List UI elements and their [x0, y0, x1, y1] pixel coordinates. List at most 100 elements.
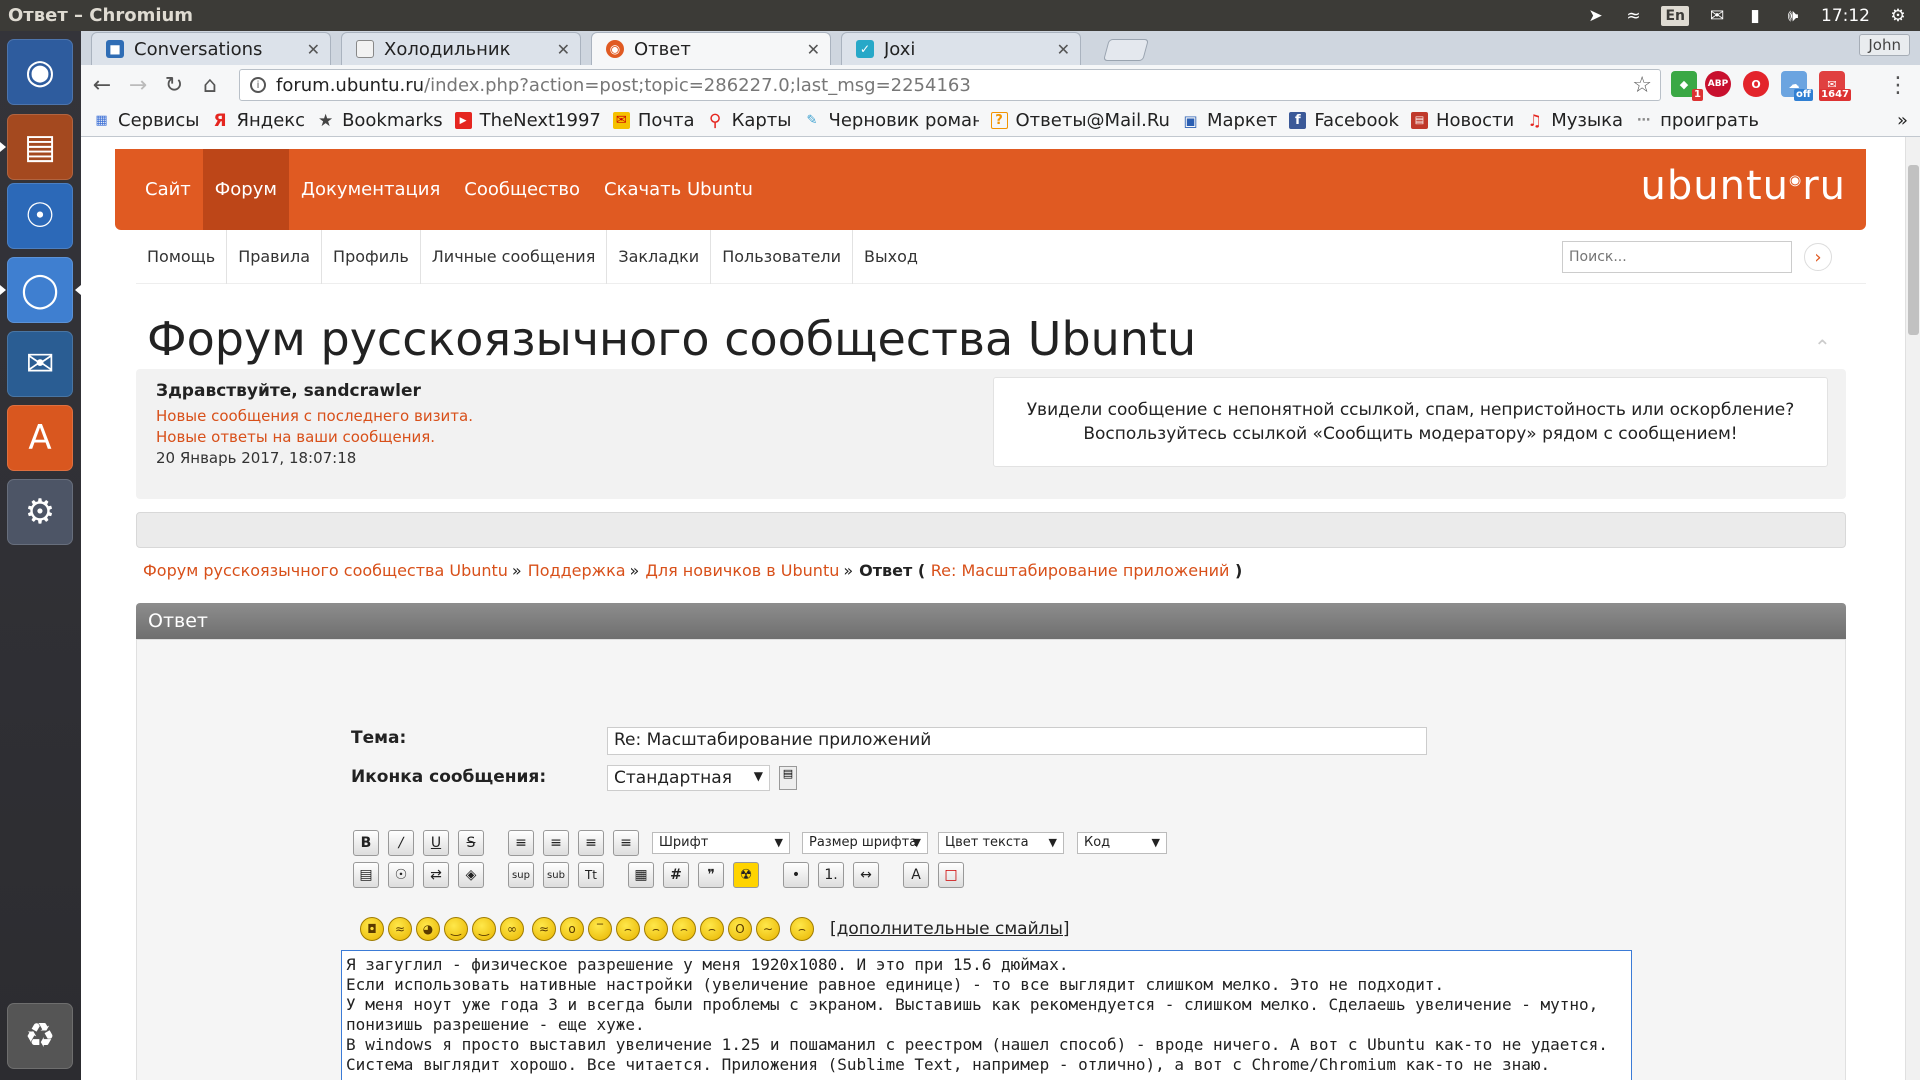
chromium-icon[interactable]: ◯	[7, 257, 73, 323]
message-icon-select[interactable]: Стандартная ▼	[607, 765, 770, 791]
smiley-icon[interactable]: ≈	[388, 917, 412, 941]
subnav-users[interactable]: Пользователи	[711, 229, 853, 284]
ubuntu-dash-icon[interactable]: ◉	[7, 39, 73, 105]
breadcrumb-topic[interactable]: Re: Масштабирование приложений	[931, 561, 1230, 580]
more-smileys-link[interactable]: [дополнительные смайлы]	[830, 919, 1070, 939]
files-icon[interactable]: ▤	[7, 114, 73, 180]
trash-icon[interactable]: ♻	[7, 1003, 73, 1069]
bookmarks-overflow[interactable]: »	[1897, 110, 1908, 131]
horizontal-rule-icon[interactable]: ↔	[853, 862, 879, 888]
subnav-pm[interactable]: Личные сообщения	[421, 229, 608, 284]
smiley-icon[interactable]: ⌢	[616, 917, 640, 941]
bookmark-bookmarks[interactable]: ★ Bookmarks	[317, 110, 443, 131]
bookmark-music[interactable]: ♫ Музыка	[1526, 110, 1624, 131]
bookmark-star-icon[interactable]: ☆	[1632, 73, 1652, 98]
breadcrumb-newbies[interactable]: Для новичков в Ubuntu	[645, 561, 839, 580]
new-tab-button[interactable]	[1103, 39, 1149, 61]
smiley-icon[interactable]: ◘	[360, 917, 384, 941]
smiley-icon[interactable]: ∼	[756, 917, 780, 941]
subnav-profile[interactable]: Профиль	[322, 229, 421, 284]
back-button[interactable]: ←	[87, 70, 117, 100]
close-icon[interactable]: ✕	[307, 40, 320, 59]
bookmark-news[interactable]: ▤ Новости	[1410, 110, 1514, 131]
collapse-chevron-icon[interactable]: ⌃	[1814, 335, 1831, 359]
nav-community[interactable]: Сообщество	[452, 149, 592, 230]
smiley-icon[interactable]: ⌢	[672, 917, 696, 941]
font-select[interactable]: Шрифт ▼	[652, 832, 790, 854]
teletype-button[interactable]: Tt	[578, 862, 604, 888]
insert-table-icon[interactable]: ▦	[628, 862, 654, 888]
settings-icon[interactable]: ⚙	[7, 479, 73, 545]
tab-joxi[interactable]: ✓ Joxi ✕	[841, 32, 1081, 65]
bookmark-thenext[interactable]: ▶ TheNext1997	[454, 110, 601, 131]
align-right-button[interactable]: ≡	[613, 830, 639, 856]
bookmark-mail[interactable]: ✉ Почта	[612, 110, 695, 131]
forward-button[interactable]: →	[123, 70, 153, 100]
nav-forum[interactable]: Форум	[202, 149, 289, 230]
clock[interactable]: 17:12	[1821, 6, 1870, 26]
page-scrollbar[interactable]	[1905, 137, 1920, 1080]
reload-button[interactable]: ↻	[159, 70, 189, 100]
bookmark-facebook[interactable]: f Facebook	[1289, 110, 1399, 131]
smiley-icon[interactable]: ⌢	[700, 917, 724, 941]
tab-otvet[interactable]: ◉ Ответ ✕	[591, 32, 831, 65]
smiley-icon[interactable]: ‿	[472, 917, 496, 941]
insert-image-icon[interactable]: ▤	[353, 862, 379, 888]
info-icon[interactable]: i	[250, 77, 266, 93]
profile-button[interactable]: John	[1859, 34, 1910, 56]
nav-download[interactable]: Скачать Ubuntu	[592, 149, 765, 230]
tab-conversations[interactable]: ■ Conversations ✕	[91, 32, 331, 65]
code-select[interactable]: Код ▼	[1077, 832, 1167, 854]
home-button[interactable]: ⌂	[195, 70, 225, 100]
smiley-icon[interactable]: ∞	[500, 917, 524, 941]
scrollbar-thumb[interactable]	[1908, 165, 1919, 335]
address-bar[interactable]: i forum.ubuntu.ru /index.php?action=post…	[239, 69, 1661, 101]
insert-quote-icon[interactable]: ❞	[698, 862, 724, 888]
bookmark-services[interactable]: ▦ Сервисы	[93, 110, 199, 131]
bold-button[interactable]: B	[353, 830, 379, 856]
spellcheck-icon[interactable]: A	[903, 862, 929, 888]
subnav-rules[interactable]: Правила	[227, 229, 323, 284]
subnav-bookmarks[interactable]: Закладки	[607, 229, 712, 284]
align-center-button[interactable]: ≡	[578, 830, 604, 856]
font-size-select[interactable]: Размер шрифта ▼	[802, 832, 928, 854]
subnav-help[interactable]: Помощь	[136, 229, 228, 284]
bookmark-play[interactable]: ⋯ проиграть	[1635, 110, 1759, 131]
smiley-icon[interactable]: ‾	[588, 917, 612, 941]
bookmark-maps[interactable]: ⚲ Карты	[707, 110, 792, 131]
adblock-icon[interactable]: ABP	[1705, 71, 1731, 97]
close-icon[interactable]: ✕	[807, 40, 820, 59]
volume-icon[interactable]: 🕪	[1783, 6, 1803, 26]
bullet-list-icon[interactable]: •	[783, 862, 809, 888]
radiation-icon[interactable]: ☢	[733, 862, 759, 888]
tab-holodilnik[interactable]: Холодильник ✕	[341, 32, 581, 65]
search-submit-button[interactable]: ›	[1804, 243, 1832, 271]
smiley-icon[interactable]: ◕	[416, 917, 440, 941]
smiley-icon[interactable]: ⌢	[790, 917, 814, 941]
insert-url-icon[interactable]: ⇄	[423, 862, 449, 888]
breadcrumb-forum[interactable]: Форум русскоязычного сообщества Ubuntu	[143, 561, 508, 580]
close-icon[interactable]: ✕	[1057, 40, 1070, 59]
bookmark-otvety[interactable]: ? Ответы@Mail.Ru	[990, 110, 1170, 131]
italic-button[interactable]: ∕	[388, 830, 414, 856]
strike-button[interactable]: S	[458, 830, 484, 856]
keyboard-layout-indicator[interactable]: En	[1661, 5, 1689, 26]
close-icon[interactable]: ✕	[557, 40, 570, 59]
battery-icon[interactable]: ▮	[1745, 6, 1765, 26]
subnav-logout[interactable]: Выход	[853, 230, 929, 284]
cloud-icon[interactable]: ☁ off	[1781, 71, 1813, 101]
mail-extension-icon[interactable]: ✉ 1647	[1819, 71, 1851, 101]
thunderbird-icon[interactable]: ✉	[7, 331, 73, 397]
opera-vpn-icon[interactable]: O	[1743, 71, 1769, 97]
breadcrumb-support[interactable]: Поддержка	[528, 561, 626, 580]
nav-docs[interactable]: Документация	[289, 149, 452, 230]
superscript-button[interactable]: sup	[508, 862, 534, 888]
insert-code-icon[interactable]: #	[663, 862, 689, 888]
menu-icon[interactable]: ⋮	[1883, 70, 1913, 100]
bookmark-market[interactable]: ▣ Маркет	[1182, 110, 1277, 131]
wifi-icon[interactable]: ≈	[1623, 6, 1643, 26]
remove-format-icon[interactable]: □	[938, 862, 964, 888]
numbered-list-icon[interactable]: 1.	[818, 862, 844, 888]
insert-ftp-icon[interactable]: ◈	[458, 862, 484, 888]
new-replies-link[interactable]: Новые ответы на ваши сообщения.	[156, 428, 435, 446]
